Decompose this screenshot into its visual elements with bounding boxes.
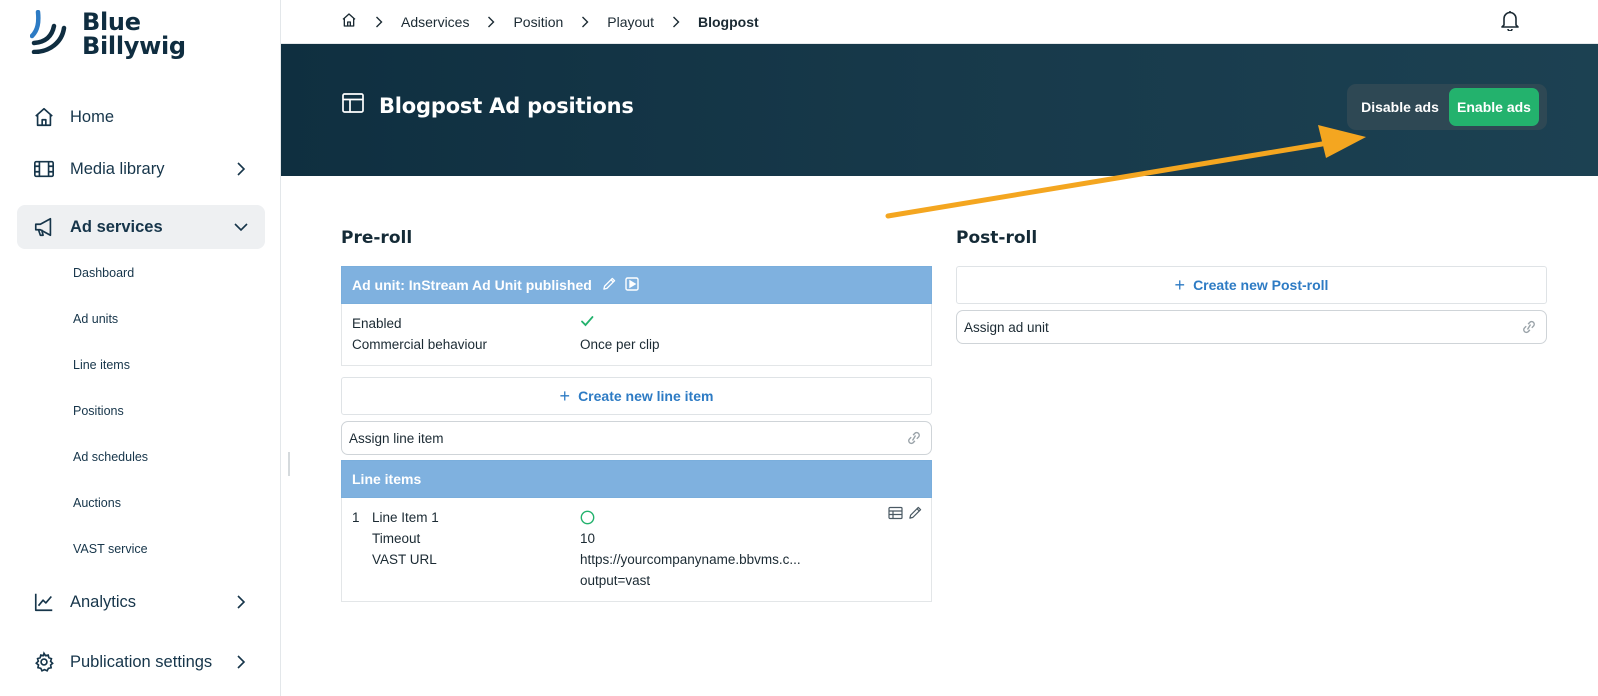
- sidebar-item-label: Ad services: [70, 217, 163, 236]
- chevron-down-icon: [231, 217, 251, 237]
- play-preview-icon[interactable]: [625, 276, 639, 294]
- chevron-right-icon: [231, 652, 251, 672]
- ad-unit-header: Ad unit: InStream Ad Unit published: [341, 266, 932, 304]
- commercial-behaviour-value: Once per clip: [580, 337, 660, 352]
- create-postroll-label: Create new Post-roll: [1193, 277, 1329, 293]
- sidebar-item-publication-settings[interactable]: Publication settings: [17, 640, 265, 684]
- brand-logo[interactable]: Blue Billywig: [30, 10, 186, 58]
- postroll-title: Post-roll: [956, 228, 1038, 248]
- brand-name: Blue Billywig: [82, 10, 186, 58]
- chevron-right-icon: [672, 16, 680, 28]
- sidebar-item-media-library[interactable]: Media library: [17, 147, 265, 191]
- line-item-index: 1: [352, 510, 360, 525]
- breadcrumb-item-adservices[interactable]: Adservices: [401, 14, 469, 30]
- commercial-behaviour-label: Commercial behaviour: [352, 337, 488, 352]
- breadcrumb-item-blogpost: Blogpost: [697, 13, 759, 30]
- sidebar-subitem-ad-units[interactable]: Ad units: [73, 312, 118, 326]
- top-bar: Adservices Position Playout Blogpost: [281, 0, 1598, 44]
- pencil-icon[interactable]: [602, 276, 617, 294]
- sidebar-item-ad-services[interactable]: Ad services: [17, 205, 265, 249]
- enable-ads-button[interactable]: Enable ads: [1449, 88, 1539, 126]
- assign-ad-unit-label: Assign ad unit: [964, 319, 1049, 335]
- app-window: Blue Billywig Home Media library Ad serv…: [0, 0, 1598, 696]
- chart-line-icon: [32, 590, 56, 614]
- line-items-header: Line items: [341, 460, 932, 498]
- megaphone-icon: [32, 215, 56, 239]
- page-header: Blogpost Ad positions Disable ads Enable…: [281, 44, 1598, 176]
- brand-name-line2: Billywig: [82, 32, 186, 60]
- layout-icon: [341, 91, 365, 120]
- breadcrumb-item-playout[interactable]: Playout: [607, 14, 654, 30]
- vast-url-label: VAST URL: [372, 552, 437, 567]
- sidebar-item-analytics[interactable]: Analytics: [17, 580, 265, 624]
- plus-icon: +: [1174, 275, 1186, 295]
- sidebar-subitem-ad-schedules[interactable]: Ad schedules: [73, 450, 148, 464]
- preroll-title: Pre-roll: [341, 228, 413, 248]
- enabled-label: Enabled: [352, 316, 402, 331]
- home-icon: [32, 105, 56, 129]
- breadcrumb-home-icon[interactable]: [341, 12, 357, 31]
- breadcrumb-item-position[interactable]: Position: [513, 14, 563, 30]
- chevron-right-icon: [375, 16, 383, 28]
- sidebar-resize-handle[interactable]: [288, 452, 290, 476]
- brand-name-line1: Blue: [82, 8, 141, 36]
- create-line-item-label: Create new line item: [578, 388, 714, 404]
- sidebar-item-label: Media library: [70, 159, 165, 178]
- link-icon[interactable]: [905, 430, 923, 449]
- ads-toggle-group: Disable ads Enable ads: [1347, 84, 1547, 130]
- gear-icon: [32, 650, 56, 674]
- link-icon[interactable]: [1520, 319, 1538, 338]
- sidebar: Blue Billywig Home Media library Ad serv…: [0, 0, 281, 696]
- sidebar-subitem-auctions[interactable]: Auctions: [73, 496, 121, 510]
- timeout-value: 10: [580, 531, 596, 546]
- film-icon: [32, 157, 56, 181]
- bell-icon[interactable]: [1500, 9, 1520, 36]
- pencil-icon[interactable]: [908, 505, 923, 523]
- sidebar-item-label: Home: [70, 107, 115, 126]
- check-icon: [580, 314, 594, 331]
- sidebar-subitem-dashboard[interactable]: Dashboard: [73, 266, 134, 280]
- sidebar-item-label: Publication settings: [70, 652, 213, 671]
- chevron-right-icon: [231, 592, 251, 612]
- breadcrumb: Adservices Position Playout Blogpost: [341, 12, 759, 31]
- create-postroll-button[interactable]: + Create new Post-roll: [956, 266, 1547, 304]
- assign-line-item-label: Assign line item: [349, 430, 444, 446]
- vast-url-value-continued: output=vast: [580, 573, 651, 588]
- create-line-item-button[interactable]: + Create new line item: [341, 377, 932, 415]
- ad-unit-details: Enabled Commercial behaviour Once per cl…: [341, 304, 932, 366]
- chevron-right-icon: [487, 16, 495, 28]
- status-circle-icon: [580, 510, 595, 528]
- sidebar-item-home[interactable]: Home: [17, 95, 265, 139]
- line-item-name: Line Item 1: [372, 510, 439, 525]
- table-icon[interactable]: [888, 506, 903, 523]
- timeout-label: Timeout: [372, 531, 421, 546]
- chevron-right-icon: [581, 16, 589, 28]
- page-title-group: Blogpost Ad positions: [341, 91, 634, 120]
- line-items-title: Line items: [352, 471, 422, 487]
- plus-icon: +: [559, 386, 571, 406]
- sidebar-subitem-line-items[interactable]: Line items: [73, 358, 130, 372]
- sidebar-subitem-vast-service[interactable]: VAST service: [73, 542, 148, 556]
- chevron-right-icon: [231, 159, 251, 179]
- sidebar-subitem-positions[interactable]: Positions: [73, 404, 124, 418]
- line-item-row: 1 Line Item 1 Timeout 10 VAST URL https:…: [341, 498, 932, 602]
- sidebar-item-label: Analytics: [70, 592, 137, 611]
- brand-mark-icon: [30, 10, 67, 54]
- ad-unit-title: Ad unit: InStream Ad Unit published: [352, 277, 592, 293]
- assign-ad-unit-field[interactable]: Assign ad unit: [956, 310, 1547, 344]
- page-title: Blogpost Ad positions: [379, 93, 634, 118]
- disable-ads-button[interactable]: Disable ads: [1351, 88, 1449, 126]
- vast-url-value: https://yourcompanyname.bbvms.c...: [580, 552, 801, 567]
- assign-line-item-field[interactable]: Assign line item: [341, 421, 932, 455]
